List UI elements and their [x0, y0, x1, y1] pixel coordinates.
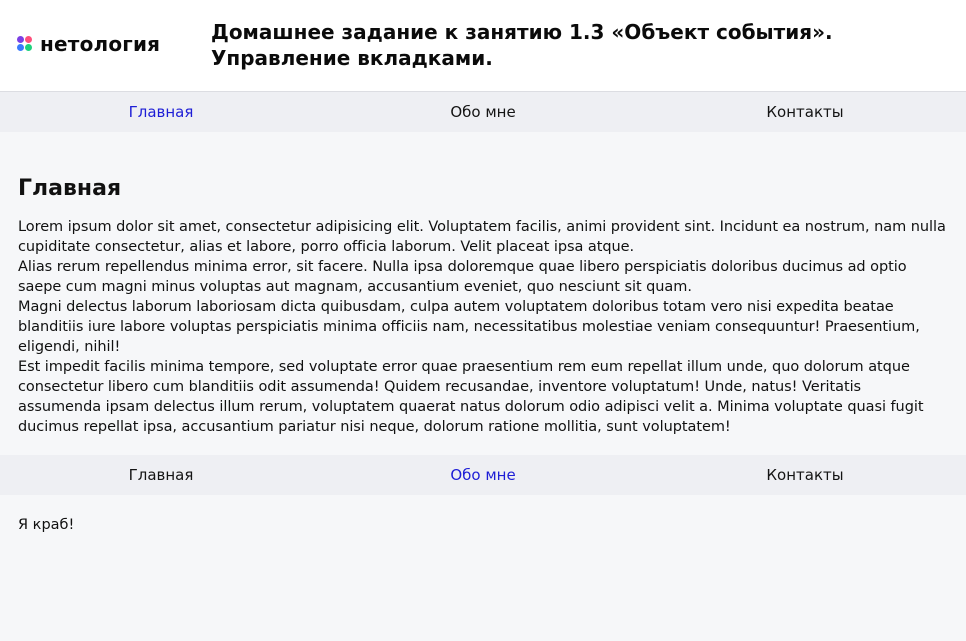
paragraph: Lorem ipsum dolor sit amet, consectetur … — [18, 219, 946, 255]
logo-dot-blue — [17, 44, 24, 51]
netology-logo[interactable]: нетология — [17, 31, 160, 57]
section-title: Главная — [18, 176, 122, 201]
lorem-text: Lorem ipsum dolor sit amet, consectetur … — [18, 217, 948, 437]
page-title: Домашнее задание к занятию 1.3 «Объект с… — [211, 20, 833, 70]
logo-text: нетология — [40, 32, 161, 56]
logo-dot-pink — [25, 36, 32, 43]
tab-home[interactable]: Главная — [0, 92, 322, 132]
netology-dots-logo-icon — [17, 36, 33, 52]
about-text: Я краб! — [18, 517, 75, 533]
page-header: нетология Домашнее задание к занятию 1.3… — [0, 0, 966, 92]
paragraph: Magni delectus laborum laboriosam dicta … — [18, 299, 920, 355]
paragraph: Est impedit facilis minima tempore, sed … — [18, 359, 924, 435]
tab-home[interactable]: Главная — [0, 455, 322, 495]
tab-about[interactable]: Обо мне — [322, 455, 644, 495]
tab-contacts[interactable]: Контакты — [644, 92, 966, 132]
logo-dot-green — [25, 44, 32, 51]
tabs-nav-main: Главная Обо мне Контакты — [0, 92, 966, 132]
home-section: Главная Lorem ipsum dolor sit amet, cons… — [0, 132, 966, 437]
paragraph: Alias rerum repellendus minima error, si… — [18, 259, 907, 295]
tab-contacts[interactable]: Контакты — [644, 455, 966, 495]
tab-about[interactable]: Обо мне — [322, 92, 644, 132]
logo-dot-purple — [17, 36, 24, 43]
tabs-nav-about: Главная Обо мне Контакты — [0, 455, 966, 495]
